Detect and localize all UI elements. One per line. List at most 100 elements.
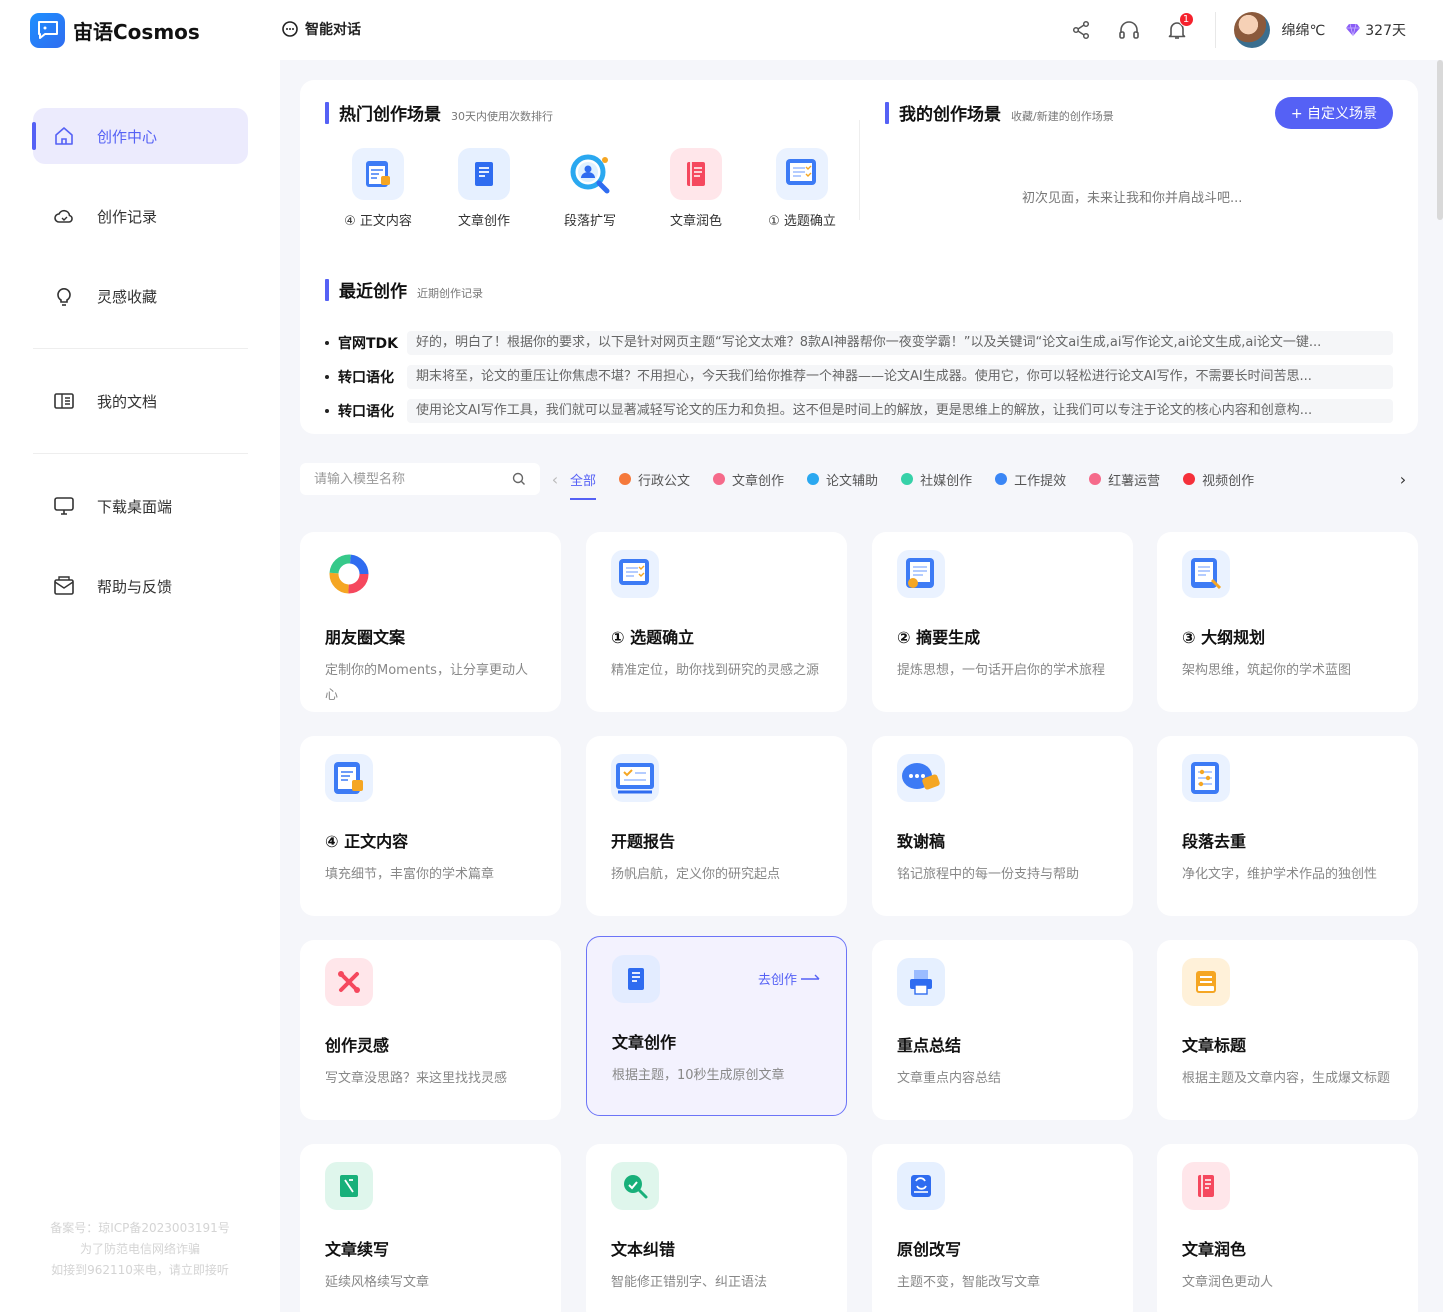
scene-card[interactable]: 文章标题 根据主题及文章内容，生成爆文标题 <box>1157 940 1418 1120</box>
notebook-icon <box>612 955 660 1003</box>
scene-card[interactable]: 重点总结 文章重点内容总结 <box>872 940 1133 1120</box>
scene-title: ④ 正文内容 <box>325 832 409 851</box>
recent-row[interactable]: 转口语化 期末将至，论文的重压让你焦虑不堪？不用担心，今天我们给你推荐一个神器—… <box>325 360 1393 394</box>
scene-desc: 根据主题及文章内容，生成爆文标题 <box>1182 1071 1391 1086</box>
header-divider <box>1214 12 1216 48</box>
home-icon <box>55 127 73 145</box>
scene-card[interactable]: ② 摘要生成 提炼思想，一句话开启你的学术旅程 <box>872 532 1133 712</box>
logo[interactable]: 宙语Cosmos <box>30 12 200 48</box>
scene-card[interactable]: 朋友圈文案 定制你的Moments，让分享更动人心 <box>300 532 561 712</box>
smart-chat-tab[interactable]: 智能对话 <box>281 19 361 39</box>
sidebar-item-label: 创作中心 <box>97 127 158 146</box>
overview-panel: 热门创作场景 30天内使用次数排行 ④ 正文内容 文章创作 段落扩写 文章润色 … <box>300 80 1418 434</box>
category-tab[interactable]: 文章创作 <box>713 462 784 496</box>
category-dot-icon <box>1089 473 1102 485</box>
top-header: 宙语Cosmos 智能对话 1 绵绵℃ 327天 <box>0 0 1443 60</box>
hot-scene-item[interactable]: 文章创作 <box>431 148 537 229</box>
sidebar-item-creation-center[interactable]: 创作中心 <box>32 108 248 164</box>
scene-desc: 填充细节，丰富你的学术篇章 <box>325 867 495 882</box>
model-search-input[interactable] <box>314 471 494 487</box>
chat-bubble-icon <box>282 21 298 37</box>
sidebar-item-my-docs[interactable]: 我的文档 <box>33 373 248 429</box>
scene-title: 致谢稿 <box>897 832 946 851</box>
sidebar-item-download-desktop[interactable]: 下载桌面端 <box>33 478 248 534</box>
sidebar-item-label: 我的文档 <box>97 392 158 411</box>
recent-list: 官网TDK 好的，明白了！根据你的要求，以下是针对网页主题“写论文太难？8款AI… <box>325 326 1393 428</box>
scene-card-selected[interactable]: 去创作 文章创作 根据主题，10秒生成原创文章 <box>586 936 847 1116</box>
model-search <box>300 463 540 495</box>
avatar[interactable] <box>1233 12 1270 48</box>
notification-button[interactable]: 1 <box>1153 0 1201 60</box>
user-name[interactable]: 绵绵℃ <box>1282 20 1326 40</box>
mail-icon <box>54 576 74 595</box>
category-tab[interactable]: 视频创作 <box>1183 462 1254 496</box>
anti-fraud-line: 为了防范电信网络诈骗 <box>79 1242 200 1256</box>
scene-card[interactable]: ① 选题确立 精准定位，助你找到研究的灵感之源 <box>586 532 847 712</box>
category-label: 行政公文 <box>638 473 691 489</box>
sidebar-item-creation-records[interactable]: 创作记录 <box>33 188 248 244</box>
my-scenes-header: 我的创作场景 收藏/新建的创作场景 <box>885 100 1114 125</box>
category-tab[interactable]: 行政公文 <box>619 462 690 496</box>
bulb-icon <box>57 288 71 306</box>
icp-footer: 备案号：琼ICP备2023003191号 为了防范电信网络诈骗 如接到96211… <box>0 1218 280 1281</box>
category-dot-icon <box>619 473 632 485</box>
category-tab[interactable]: 论文辅助 <box>807 462 878 496</box>
chevron-left-icon[interactable]: ‹ <box>540 470 570 489</box>
scene-desc: 架构思维，筑起你的学术蓝图 <box>1182 663 1352 678</box>
scene-card[interactable]: 文章润色 文章润色更动人 <box>1157 1144 1418 1312</box>
doc-check-icon <box>897 550 945 598</box>
category-tab[interactable]: 工作提效 <box>995 462 1066 496</box>
support-button[interactable] <box>1105 0 1153 60</box>
scene-title: ③ 大纲规划 <box>1182 628 1266 647</box>
scene-card[interactable]: 原创改写 主题不变，智能改写文章 <box>872 1144 1133 1312</box>
hot-scene-label: ④ 正文内容 <box>344 214 412 229</box>
sidebar-item-help-feedback[interactable]: 帮助与反馈 <box>33 558 248 614</box>
page-scrollbar[interactable] <box>1437 60 1443 220</box>
scene-desc: 净化文字，维护学术作品的独创性 <box>1182 867 1378 882</box>
scene-card[interactable]: 段落去重 净化文字，维护学术作品的独创性 <box>1157 736 1418 916</box>
category-tab[interactable]: 红薯运营 <box>1089 462 1160 496</box>
hot-scene-item[interactable]: ① 选题确立 <box>749 148 855 229</box>
scene-card[interactable]: 开题报告 扬帆启航，定义你的研究起点 <box>586 736 847 916</box>
sidebar-divider <box>33 348 248 349</box>
scene-card[interactable]: 文章续写 延续风格续写文章 <box>300 1144 561 1312</box>
doc-calendar-icon <box>352 148 404 200</box>
scene-card[interactable]: 文本纠错 智能修正错别字、纠正语法 <box>586 1144 847 1312</box>
share-button[interactable] <box>1057 0 1105 60</box>
go-create-link[interactable]: 去创作 <box>758 969 821 988</box>
scene-card[interactable]: ④ 正文内容 填充细节，丰富你的学术篇章 <box>300 736 561 916</box>
scene-title: 文章创作 <box>612 1033 677 1052</box>
scene-desc: 根据主题，10秒生成原创文章 <box>612 1068 785 1083</box>
category-tab[interactable]: 社媒创作 <box>901 462 972 496</box>
category-dot-icon <box>807 473 820 485</box>
scene-card[interactable]: ③ 大纲规划 架构思维，筑起你的学术蓝图 <box>1157 532 1418 712</box>
scene-card[interactable]: 创作灵感 写文章没思路？来这里找找灵感 <box>300 940 561 1120</box>
scene-card[interactable]: 致谢稿 铭记旅程中的每一份支持与帮助 <box>872 736 1133 916</box>
doc-pen-icon <box>1182 550 1230 598</box>
hot-scene-label: 文章创作 <box>457 214 510 229</box>
hot-scenes-list: ④ 正文内容 文章创作 段落扩写 文章润色 ① 选题确立 <box>325 148 855 229</box>
search-check-icon <box>611 1162 659 1210</box>
sidebar-item-inspiration[interactable]: 灵感收藏 <box>33 268 248 324</box>
recent-row[interactable]: 官网TDK 好的，明白了！根据你的要求，以下是针对网页主题“写论文太难？8款AI… <box>325 326 1393 360</box>
recent-header: 最近创作 近期创作记录 <box>325 277 483 302</box>
recent-row[interactable]: 转口语化 使用论文AI写作工具，我们就可以显著减轻写论文的压力和负担。这不但是时… <box>325 394 1393 428</box>
hot-scene-label: ① 选题确立 <box>768 214 836 229</box>
sidebar-item-label: 下载桌面端 <box>97 497 173 516</box>
chevron-right-icon[interactable]: › <box>1388 470 1418 489</box>
category-tab[interactable]: 全部 <box>570 462 597 500</box>
scene-desc: 扬帆启航，定义你的研究起点 <box>611 867 781 882</box>
spark-icon <box>325 958 373 1006</box>
search-icon[interactable] <box>512 472 526 486</box>
hot-scene-item[interactable]: 文章润色 <box>643 148 749 229</box>
sidebar-divider <box>33 453 248 454</box>
hot-scene-item[interactable]: 段落扩写 <box>537 148 643 229</box>
vip-badge[interactable]: 327天 <box>1345 20 1406 40</box>
doc-list-icon <box>776 148 828 200</box>
custom-scene-button[interactable]: + 自定义场景 <box>1274 97 1393 129</box>
printer-icon <box>897 958 945 1006</box>
scene-desc: 文章重点内容总结 <box>897 1071 1002 1086</box>
category-dot-icon <box>995 473 1008 485</box>
scene-title: 文本纠错 <box>611 1240 676 1259</box>
hot-scene-item[interactable]: ④ 正文内容 <box>325 148 431 229</box>
